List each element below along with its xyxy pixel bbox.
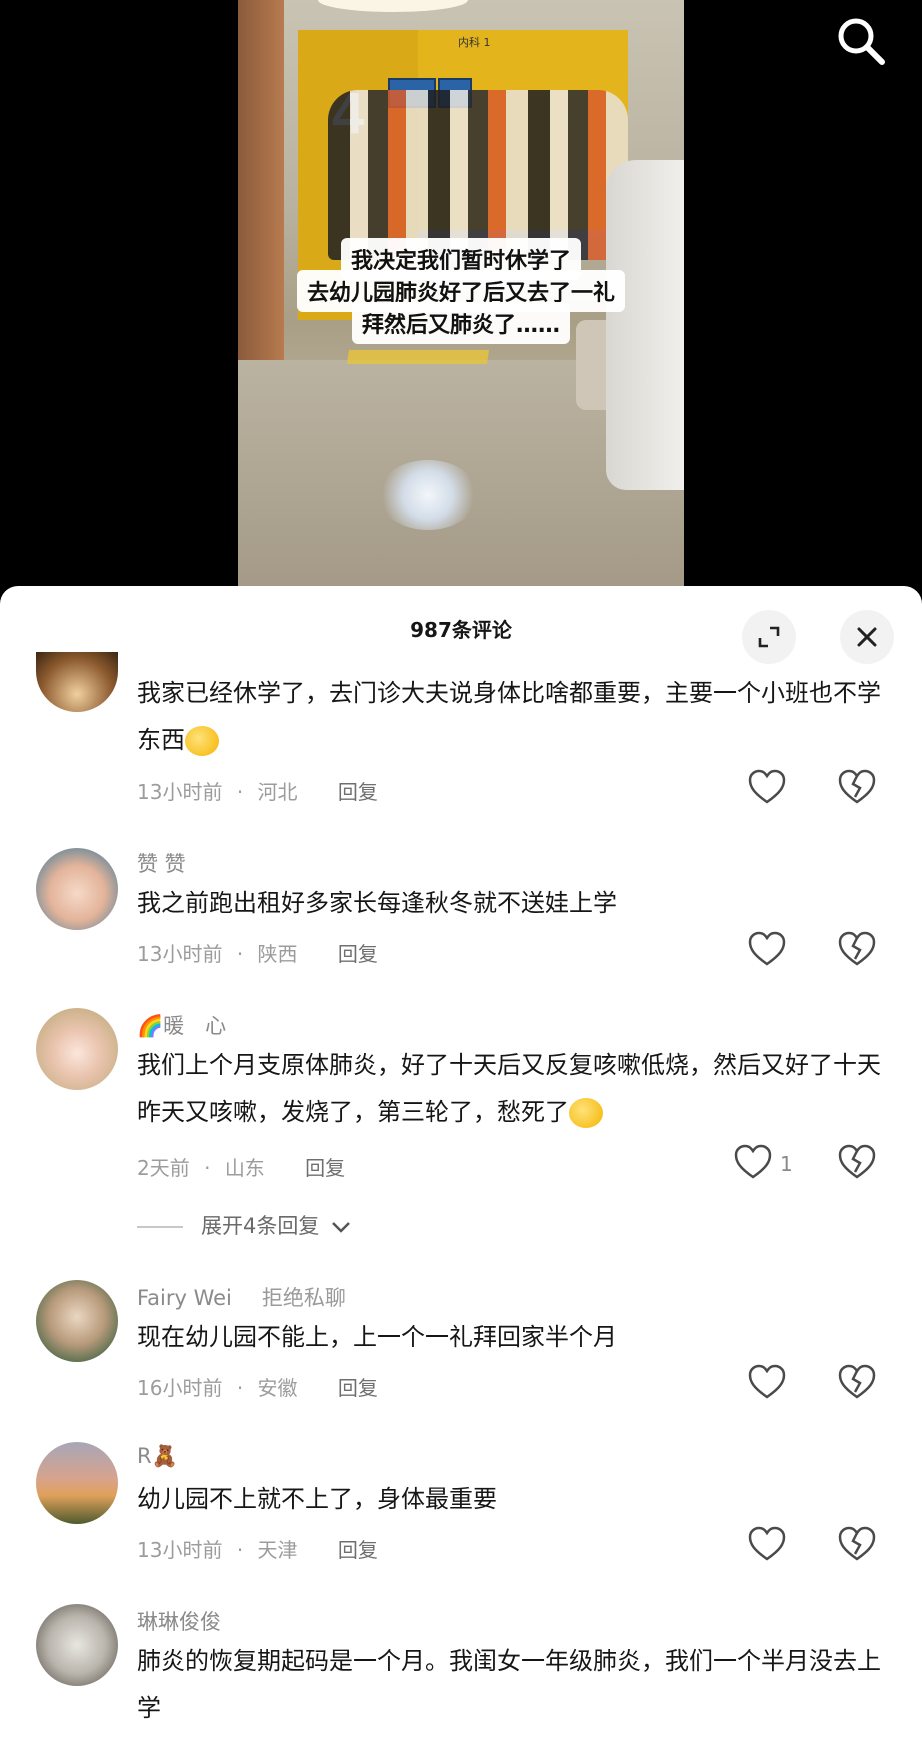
avatar[interactable]	[36, 652, 118, 712]
comment-meta: 13小时前 · 陕西 回复	[137, 938, 378, 967]
broken-heart-icon	[838, 1364, 876, 1399]
expand-button[interactable]	[742, 610, 796, 664]
meta-separator: ·	[236, 780, 244, 804]
comment-meta: 2天前 · 山东 回复	[137, 1152, 345, 1181]
dislike-button[interactable]	[838, 1364, 882, 1404]
avatar[interactable]	[36, 1280, 118, 1362]
comment-username[interactable]: 🌈暖 心	[137, 1010, 226, 1040]
like-button[interactable]	[748, 1364, 792, 1404]
comment-text: 我家已经休学了，去门诊大夫说身体比啥都重要，主要一个小班也不学东西	[137, 679, 881, 756]
heart-icon	[748, 769, 786, 804]
comment-location: 天津	[257, 1538, 298, 1562]
expand-icon	[758, 626, 780, 648]
worried-emoji-icon	[569, 1098, 603, 1128]
expand-replies-button[interactable]: 展开4条回复	[137, 1210, 352, 1240]
broken-heart-icon	[838, 769, 876, 804]
laughing-emoji-icon	[185, 726, 219, 756]
chevron-down-icon	[332, 1222, 350, 1233]
reply-button[interactable]: 回复	[338, 942, 378, 966]
department-sign: 内科 1	[458, 36, 491, 49]
comment-username[interactable]: 赞 赞	[137, 848, 186, 878]
heart-icon	[748, 931, 786, 966]
comment-time: 13小时前	[137, 942, 223, 966]
like-button[interactable]	[748, 769, 792, 809]
comment-location: 河北	[257, 780, 298, 804]
reply-button[interactable]: 回复	[338, 1376, 378, 1400]
like-count: 1	[780, 1152, 793, 1176]
avatar[interactable]	[36, 1442, 118, 1524]
comment-text: 现在幼儿园不能上，上一个一礼拜回家半个月	[137, 1323, 617, 1351]
heart-icon	[734, 1144, 772, 1179]
comment-meta: 16小时前 · 安徽 回复	[137, 1372, 378, 1401]
heart-icon	[748, 1364, 786, 1399]
comment-location: 陕西	[257, 942, 298, 966]
close-button[interactable]	[840, 610, 894, 664]
reply-button[interactable]: 回复	[338, 1538, 378, 1562]
avatar[interactable]	[36, 848, 118, 930]
comment-text: 我们上个月支原体肺炎，好了十天后又反复咳嗽低烧，然后又好了十天昨天又咳嗽，发烧了…	[137, 1051, 881, 1128]
meta-separator: ·	[236, 1538, 244, 1562]
avatar[interactable]	[36, 1604, 118, 1686]
broken-heart-icon	[838, 1526, 876, 1561]
comment-username[interactable]: 琳琳俊俊	[137, 1606, 221, 1636]
comment-location: 山东	[224, 1156, 265, 1180]
reply-button[interactable]: 回复	[338, 780, 378, 804]
waiting-crowd	[328, 90, 628, 260]
meta-separator: ·	[236, 1376, 244, 1400]
comment-time: 13小时前	[137, 780, 223, 804]
comment-time: 13小时前	[137, 1538, 223, 1562]
heart-icon	[748, 1526, 786, 1561]
ceiling-light	[318, 0, 468, 12]
comment-location: 安徽	[257, 1376, 298, 1400]
dislike-button[interactable]	[838, 1526, 882, 1566]
comment-meta: 13小时前 · 天津 回复	[137, 1534, 378, 1563]
meta-separator: ·	[236, 942, 244, 966]
comment-text: 我之前跑出租好多家长每逢秋冬就不送娃上学	[137, 889, 617, 917]
comment-text: 肺炎的恢复期起码是一个月。我闺女一年级肺炎，我们一个半月没去上学	[137, 1647, 881, 1722]
floor-light-reflection	[378, 460, 478, 530]
floor-sign	[347, 350, 489, 364]
comment-username[interactable]: Fairy Wei 拒绝私聊	[137, 1282, 346, 1312]
close-icon	[857, 627, 877, 647]
comments-sheet: 987条评论 我家已经休学了，去门诊大夫说身体比啥都重要，主要一个小班也不学东西…	[0, 586, 922, 1747]
broken-heart-icon	[838, 1144, 876, 1179]
like-button[interactable]	[748, 931, 792, 971]
video-player[interactable]: 4 内科 1 我决定我们暂时休学了 去幼儿园肺炎好了后又去了一礼 拜然后又肺炎了…	[0, 0, 922, 590]
comment-username[interactable]: R🧸	[137, 1444, 178, 1469]
avatar[interactable]	[36, 1008, 118, 1090]
video-caption-line-3: 拜然后又肺炎了……	[238, 302, 684, 344]
search-icon[interactable]	[834, 14, 888, 68]
user-badge: 拒绝私聊	[261, 1286, 346, 1310]
dislike-button[interactable]	[838, 931, 882, 971]
reply-button[interactable]: 回复	[305, 1156, 345, 1180]
like-button[interactable]	[734, 1144, 778, 1184]
divider	[137, 1226, 183, 1228]
meta-separator: ·	[204, 1156, 211, 1180]
dislike-button[interactable]	[838, 1144, 882, 1184]
comment-text: 幼儿园不上就不上了，身体最重要	[137, 1485, 497, 1513]
video-frame: 4 内科 1 我决定我们暂时休学了 去幼儿园肺炎好了后又去了一礼 拜然后又肺炎了…	[238, 0, 684, 586]
like-button[interactable]	[748, 1526, 792, 1566]
comment-meta: 13小时前 · 河北 回复	[137, 776, 378, 805]
dislike-button[interactable]	[838, 769, 882, 809]
comment-time: 2天前	[137, 1156, 190, 1180]
broken-heart-icon	[838, 931, 876, 966]
door-frame	[238, 0, 284, 410]
comment-time: 16小时前	[137, 1376, 223, 1400]
